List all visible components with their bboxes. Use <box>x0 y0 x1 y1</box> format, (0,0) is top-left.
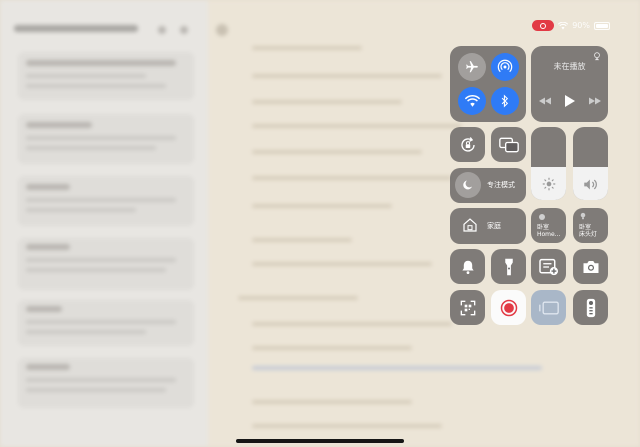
home-indicator[interactable] <box>236 439 404 443</box>
screen-recording-icon[interactable] <box>532 20 555 31</box>
screen-record-button[interactable] <box>491 290 526 325</box>
speaker-icon <box>584 179 597 190</box>
camera-icon <box>583 260 598 273</box>
airplane-mode-button[interactable] <box>458 53 486 81</box>
code-scanner-button[interactable] <box>450 290 485 325</box>
code-scanner-icon <box>460 300 475 315</box>
bulb-icon <box>580 212 586 220</box>
light-icon <box>539 214 545 220</box>
background-sidebar <box>0 0 208 447</box>
airplane-icon <box>466 61 478 73</box>
airplay-icon[interactable] <box>592 51 602 61</box>
screen-mirroring-button[interactable] <box>491 127 526 162</box>
airdrop-button[interactable] <box>491 53 519 81</box>
volume-slider[interactable] <box>573 127 608 200</box>
battery-icon <box>594 21 610 30</box>
apple-tv-remote-icon <box>586 298 595 317</box>
orientation-lock-button[interactable] <box>450 127 485 162</box>
silent-mode-button[interactable] <box>450 249 485 284</box>
now-playing-status: 未在播放 <box>553 62 586 71</box>
wifi-button[interactable] <box>458 87 486 115</box>
home-label: 家庭 <box>487 222 501 230</box>
accessory-name: Home... <box>537 231 561 238</box>
wifi-icon <box>558 21 569 29</box>
accessory-room: 卧室 <box>579 224 592 231</box>
quick-note-button[interactable] <box>531 249 566 284</box>
brightness-slider[interactable] <box>531 127 566 200</box>
focus-button[interactable]: 专注模式 <box>450 168 526 203</box>
accessory-tile-2[interactable]: 卧室 床头灯 <box>573 208 608 243</box>
accessory-name: 床头灯 <box>579 231 598 238</box>
flashlight-button[interactable] <box>491 249 526 284</box>
next-icon[interactable] <box>589 97 601 105</box>
home-icon <box>463 218 477 232</box>
previous-icon[interactable] <box>539 97 551 105</box>
quick-note-icon <box>538 258 558 275</box>
status-bar: 90% <box>532 20 610 31</box>
flashlight-icon <box>504 258 513 275</box>
screen-mirroring-icon <box>498 137 519 152</box>
focus-icon-circle <box>455 172 481 198</box>
accessory-tile-1[interactable]: 卧室 Home... <box>531 208 566 243</box>
screen-record-icon <box>500 299 517 316</box>
airdrop-icon <box>497 59 513 73</box>
connectivity-module <box>450 46 526 122</box>
rotation-lock-icon <box>460 136 475 152</box>
moon-icon <box>463 180 472 190</box>
play-icon[interactable] <box>565 95 575 107</box>
camera-button[interactable] <box>573 249 608 284</box>
focus-label: 专注模式 <box>487 181 515 189</box>
battery-percentage: 90% <box>572 21 590 30</box>
bluetooth-icon <box>501 94 509 108</box>
accessory-room: 卧室 <box>537 224 550 231</box>
stage-manager-icon <box>538 301 559 314</box>
stage-manager-button[interactable] <box>531 290 566 325</box>
apple-tv-remote-button[interactable] <box>573 290 608 325</box>
bell-icon <box>461 260 474 274</box>
wifi-icon <box>464 94 480 107</box>
bluetooth-button[interactable] <box>491 87 519 115</box>
sun-icon <box>542 177 555 191</box>
now-playing-module[interactable]: 未在播放 <box>531 46 608 122</box>
home-button[interactable]: 家庭 <box>450 208 526 244</box>
